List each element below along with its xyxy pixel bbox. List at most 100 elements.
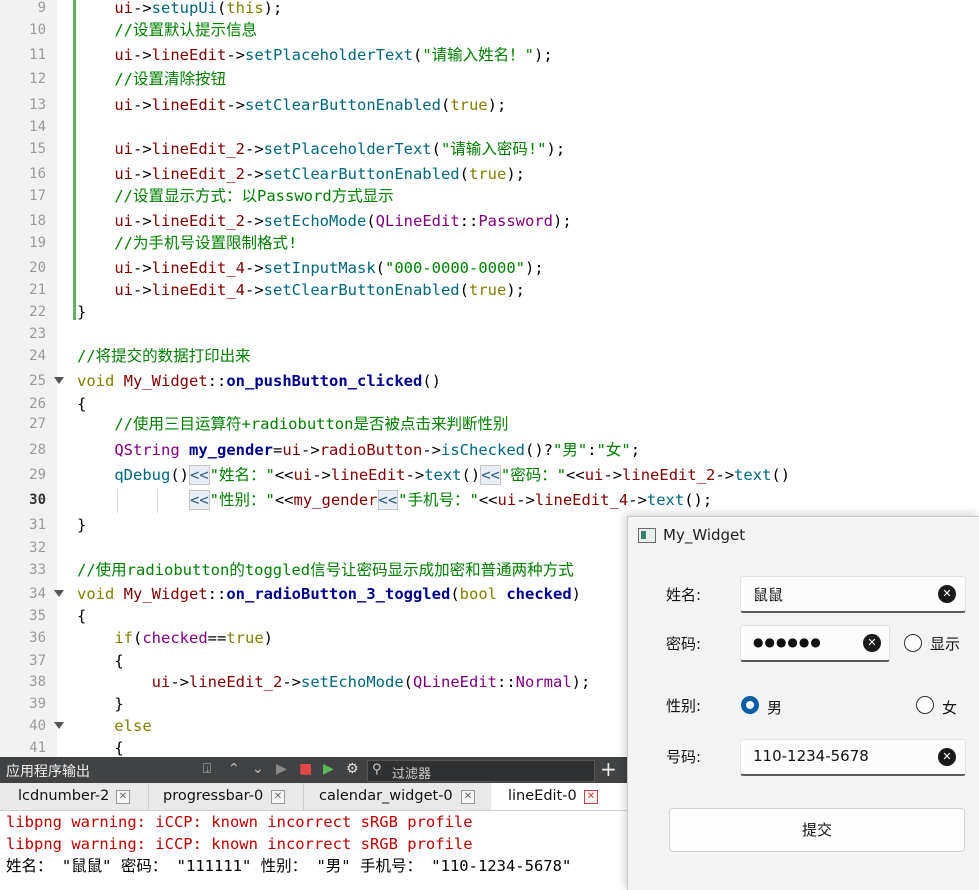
log-line-info: 姓名： "鼠鼠" 密码： "111111" 性别： "男" 手机号： "110-…: [6, 857, 572, 875]
tab-lcdnumber-2[interactable]: lcdnumber-2 ✕: [0, 783, 149, 810]
code-comment: //设置默认提示信息: [77, 21, 257, 39]
code-line: 24 //将提交的数据打印出来: [0, 345, 979, 367]
code-text: <<"性别："<<my_gender<<"手机号："<<ui->lineEdit…: [188, 490, 713, 510]
line-number: 34: [29, 586, 46, 602]
output-tab-bar: lcdnumber-2 ✕ progressbar-0 ✕ calendar_w…: [0, 783, 629, 811]
phone-field[interactable]: 110-1234-5678 ✕: [740, 739, 966, 776]
filter-placeholder: 过滤器: [392, 767, 432, 782]
code-text: ui->lineEdit->setPlaceholderText("请输入姓名！…: [114, 46, 553, 64]
line-number: 28: [29, 442, 46, 458]
code-text: ui->lineEdit_4->setInputMask("000-0000-0…: [114, 259, 544, 277]
tab-label: lcdnumber-2: [18, 788, 110, 804]
close-icon[interactable]: ✕: [461, 790, 475, 804]
code-text: }: [77, 516, 87, 534]
search-icon: ⚲: [372, 762, 382, 777]
my-widget-window: My_Widget 姓名: 鼠鼠 ✕ 密码: ●●●●●● ✕ 显示 性别: 男…: [627, 516, 979, 890]
add-icon[interactable]: +: [600, 758, 617, 780]
line-number: 41: [29, 740, 46, 756]
window-icon: [638, 528, 656, 543]
arrow-up-icon[interactable]: ⌃: [228, 761, 240, 777]
clear-icon[interactable]: ✕: [938, 748, 956, 766]
close-icon[interactable]: ✕: [271, 790, 285, 804]
code-text: ui->setupUi(this);: [114, 0, 283, 17]
line-number: 14: [29, 119, 46, 135]
line-number: 12: [29, 71, 46, 87]
clear-icon[interactable]: ✕: [938, 585, 956, 603]
code-line: 11 ui->lineEdit->setPlaceholderText("请输入…: [0, 44, 979, 66]
line-number: 37: [29, 653, 46, 669]
application-output-pane: 应用程序输出 ⍗ ⌃ ⌄ ▶ ■ ▶ ⚙ ⚲ 过滤器 + lcdnumber-2…: [0, 757, 629, 889]
line-number: 39: [29, 696, 46, 712]
close-icon[interactable]: ✕: [116, 790, 130, 804]
window-titlebar[interactable]: My_Widget: [628, 517, 979, 553]
code-text: void My_Widget::on_radioButton_3_toggled…: [77, 585, 581, 603]
code-comment: //设置显示方式：以Password方式显示: [77, 187, 394, 205]
stop-icon[interactable]: ■: [299, 761, 312, 777]
show-password-label: 显示: [930, 635, 961, 653]
line-number: 22: [29, 304, 46, 320]
tab-label: lineEdit-0: [508, 788, 577, 804]
fold-arrow-icon[interactable]: [54, 377, 64, 384]
line-number: 24: [29, 348, 46, 364]
phone-value: 110-1234-5678: [753, 747, 869, 765]
password-field[interactable]: ●●●●●● ✕: [740, 625, 890, 662]
output-toolbar: 应用程序输出 ⍗ ⌃ ⌄ ▶ ■ ▶ ⚙ ⚲ 过滤器 +: [0, 757, 628, 783]
log-line-warning: libpng warning: iCCP: known incorrect sR…: [6, 835, 473, 853]
code-line: 12 //设置清除按钮: [0, 68, 979, 90]
tab-progressbar-0[interactable]: progressbar-0 ✕: [148, 783, 304, 810]
male-radio[interactable]: [741, 696, 759, 714]
gender-label: 性别:: [666, 697, 702, 715]
code-text: ui->lineEdit_2->setClearButtonEnabled(tr…: [114, 165, 525, 183]
line-number: 33: [29, 562, 46, 578]
password-label: 密码:: [666, 635, 702, 653]
code-text: ui->lineEdit_2->setPlaceholderText("请输入密…: [114, 140, 566, 158]
name-field[interactable]: 鼠鼠 ✕: [740, 576, 966, 613]
code-text: {: [77, 607, 87, 625]
male-label: 男: [767, 699, 783, 717]
close-icon[interactable]: ✕: [584, 790, 598, 804]
debug-run-icon[interactable]: ▶: [323, 761, 334, 777]
arrow-down-icon[interactable]: ⌄: [252, 761, 264, 777]
fold-arrow-icon[interactable]: [54, 590, 64, 597]
log-line-warning: libpng warning: iCCP: known incorrect sR…: [6, 813, 473, 831]
gear-icon[interactable]: ⚙: [346, 761, 359, 777]
code-line: 29 qDebug()<<"姓名："<<ui->lineEdit->text()…: [0, 464, 979, 486]
code-comment: //设置清除按钮: [77, 70, 226, 88]
clear-icon[interactable]: ✕: [863, 634, 881, 652]
submit-button[interactable]: 提交: [669, 808, 965, 852]
run-icon[interactable]: ▶: [276, 761, 287, 777]
code-text: }: [77, 303, 87, 321]
attach-icon[interactable]: ⍗: [203, 761, 211, 777]
line-number: 38: [29, 674, 46, 690]
code-line: 17 //设置显示方式：以Password方式显示: [0, 185, 979, 207]
line-number: 17: [29, 188, 46, 204]
tab-calendar-widget-0[interactable]: calendar_widget-0 ✕: [303, 783, 492, 810]
line-number: 13: [29, 97, 46, 113]
code-line: 19 //为手机号设置限制格式!: [0, 232, 979, 254]
tab-lineedit-0[interactable]: lineEdit-0 ✕: [491, 783, 629, 810]
code-text: ui->lineEdit_2->setEchoMode(QLineEdit::N…: [151, 673, 591, 691]
line-number: 10: [29, 22, 46, 38]
code-line: 20 ui->lineEdit_4->setInputMask("000-000…: [0, 257, 979, 279]
line-number: 36: [29, 630, 46, 646]
fold-arrow-icon[interactable]: [54, 722, 64, 729]
female-radio[interactable]: [916, 696, 934, 714]
line-number: 35: [29, 608, 46, 624]
code-line: 30 <<"性别："<<my_gender<<"手机号："<<ui->lineE…: [0, 489, 979, 511]
code-line: 26 {: [0, 393, 979, 415]
line-number: 26: [29, 396, 46, 412]
tab-label: calendar_widget-0: [319, 788, 453, 804]
code-line: 14: [0, 116, 979, 138]
line-number: 32: [29, 540, 46, 556]
filter-input[interactable]: ⚲ 过滤器: [367, 760, 595, 782]
line-number: 31: [29, 517, 46, 533]
code-comment: //将提交的数据打印出来: [77, 347, 251, 365]
line-number: 9: [37, 0, 46, 16]
code-line: 27 //使用三目运算符+radiobutton是否被点击来判断性别: [0, 413, 979, 435]
show-password-radio[interactable]: [904, 634, 922, 652]
code-comment: //为手机号设置限制格式!: [77, 234, 298, 252]
line-number: 40: [29, 718, 46, 734]
phone-label: 号码:: [666, 748, 702, 766]
name-label: 姓名:: [666, 586, 702, 604]
window-title: My_Widget: [663, 526, 746, 544]
